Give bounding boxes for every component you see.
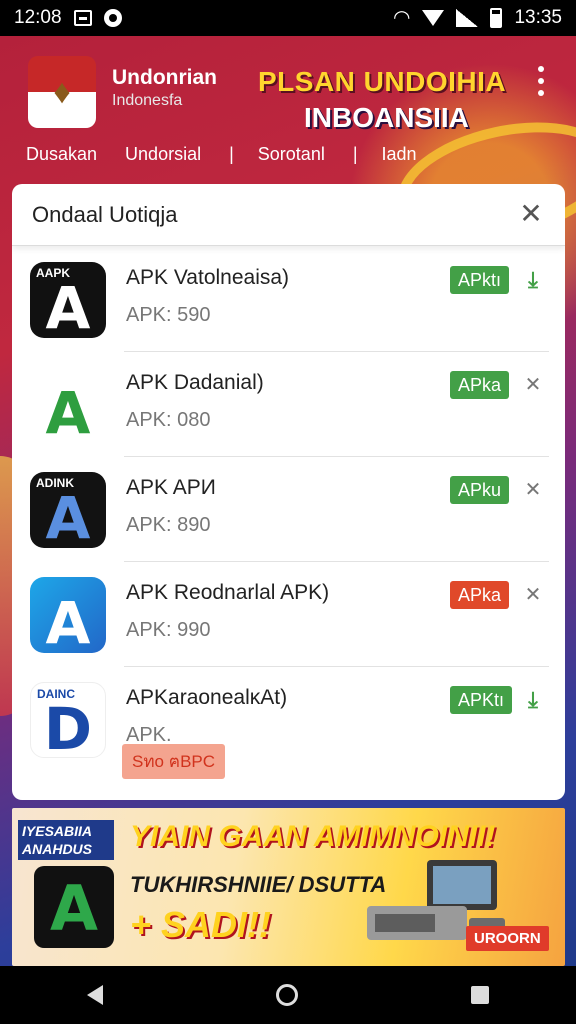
app-notification-icon: [103, 9, 122, 27]
home-icon[interactable]: [275, 984, 298, 1006]
apk-badge[interactable]: APKtı: [450, 686, 513, 714]
app-icon: A: [30, 577, 106, 653]
tab-iadn[interactable]: Iadn: [382, 144, 417, 165]
brand-subtitle: Indonesfa: [112, 92, 183, 109]
status-time-right: 13:35: [514, 7, 562, 28]
hero-title: PLSAN UNDOIHIA: [258, 66, 507, 97]
a-letter-icon: A: [50, 872, 98, 945]
promo-chip[interactable]: Sทo ฅBPC: [122, 744, 226, 779]
app-icon: DAINC D: [30, 682, 106, 758]
download-sheet: Ondaal Uotiqja ✕ AAPK A APK Vatolneaisa)…: [12, 184, 565, 800]
a-letter-icon: A: [45, 484, 91, 548]
overflow-menu-icon[interactable]: [534, 66, 548, 96]
status-time-left: 12:08: [14, 7, 62, 28]
banner-cta-button[interactable]: UROORN: [466, 926, 549, 951]
apk-badge[interactable]: APka: [450, 371, 510, 399]
list-item[interactable]: AAPK A APK Vatolneaisa) APK: 590 APktı ⤓: [12, 246, 565, 351]
sheet-title: Ondaal Uotiqja: [32, 201, 178, 227]
x-icon[interactable]: ✕: [522, 373, 544, 397]
tab-undorsial[interactable]: Undorsial: [125, 144, 201, 165]
hero-title-line2: INBOANSIIA: [304, 102, 469, 133]
a-letter-icon: A: [45, 274, 91, 338]
list-item[interactable]: ADINK A APK APИ APK: 890 APku ✕: [12, 456, 565, 561]
app-size: APK: 990: [126, 619, 211, 641]
apk-badge[interactable]: APka: [450, 581, 510, 609]
app-name: APK Dadanial): [126, 371, 264, 394]
banner-tag: IYESABIIA ANAHDUS: [18, 820, 114, 860]
signal-icon: [456, 9, 479, 27]
recents-icon[interactable]: [471, 986, 490, 1004]
a-letter-icon: A: [45, 379, 91, 443]
nav-separator: |: [229, 144, 234, 164]
app-name: APKaraonealκAt): [126, 686, 288, 709]
back-icon[interactable]: [86, 985, 103, 1005]
close-icon[interactable]: ✕: [517, 200, 545, 229]
a-letter-icon: A: [45, 589, 91, 653]
x-icon[interactable]: ✕: [522, 478, 544, 502]
nav-separator: |: [352, 144, 358, 164]
garuda-emblem-icon: ♦: [53, 72, 71, 111]
tab-dusakan[interactable]: Dusakan: [26, 144, 97, 165]
app-size: APK: 080: [126, 409, 211, 431]
app-icon: A: [30, 367, 106, 443]
app-icon: ADINK A: [30, 472, 106, 548]
battery-icon: [490, 8, 503, 28]
app-name: APK APИ: [126, 476, 216, 499]
list-item[interactable]: DAINC D APKaraonealκAt) APK. Sทo ฅBPC AP…: [12, 666, 565, 779]
sheet-header: Ondaal Uotiqja ✕: [12, 184, 565, 246]
list-item[interactable]: A APK Reodnarlal APK) APK: 990 APka ✕: [12, 561, 565, 666]
app-size: APK: 590: [126, 304, 211, 326]
app-name: APK Vatolneaisa): [126, 266, 290, 289]
d-letter-icon: D: [43, 695, 93, 758]
banner-app-icon: A: [34, 866, 114, 948]
x-icon[interactable]: ✕: [522, 583, 544, 607]
app-icon: AAPK A: [30, 262, 106, 338]
tab-sorotanl[interactable]: Sorotanl: [258, 144, 325, 165]
banner-plus-text: + SADI!!: [130, 904, 272, 945]
download-icon[interactable]: ⤓: [522, 688, 544, 712]
status-bar: 12:08 ◠ 13:35: [0, 0, 576, 36]
apk-badge[interactable]: APktı: [450, 266, 510, 294]
system-nav-bar: [0, 966, 576, 1024]
app-name: APK Reodnarlal APK): [126, 581, 330, 604]
wifi-icon: ◠: [393, 7, 411, 29]
download-icon[interactable]: ⤓: [522, 268, 544, 292]
app-logo[interactable]: ♦: [28, 56, 96, 128]
apk-badge[interactable]: APku: [450, 476, 510, 504]
brand-name: Undonrian: [112, 66, 217, 89]
nav-tabs: Dusakan Undorsial | Sorotanl | Iadn: [26, 144, 445, 165]
gallery-notification-icon: [73, 10, 92, 26]
data-icon: [422, 10, 445, 26]
banner-headline: YIAIN GAAN AMIMNOINII!: [130, 820, 496, 853]
list-item[interactable]: A APK Dadanial) APK: 080 APka ✕: [12, 351, 565, 456]
app-size: APK: 890: [126, 514, 211, 536]
banner-subtitle: TUKHIRSHNIIE/ DSUTTA: [130, 872, 387, 897]
promo-banner[interactable]: IYESABIIA ANAHDUS YIAIN GAAN AMIMNOINII!…: [12, 808, 565, 966]
